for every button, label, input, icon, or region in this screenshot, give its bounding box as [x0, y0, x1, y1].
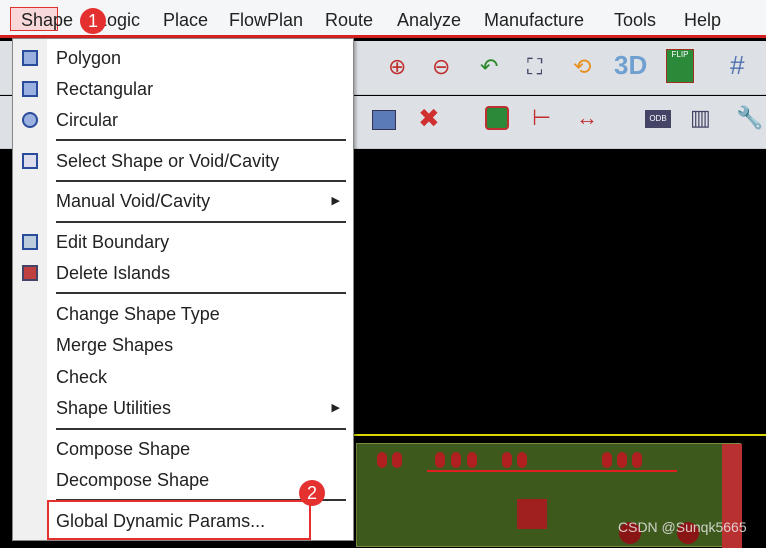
menu-manufacture[interactable]: Manufacture — [484, 10, 584, 31]
delete-shape-icon[interactable]: ✖ — [418, 105, 440, 131]
zoom-out-icon[interactable]: ⊖ — [432, 55, 450, 79]
zoom-in-icon[interactable]: ⊕ — [388, 55, 406, 79]
menu-flowplan[interactable]: FlowPlan — [229, 10, 303, 31]
rectangle-icon — [22, 81, 38, 97]
menu-item-edit-boundary[interactable]: Edit Boundary — [56, 228, 346, 256]
menu-tools[interactable]: Tools — [614, 10, 656, 31]
separator — [56, 428, 346, 430]
menu-item-change-shape-type[interactable]: Change Shape Type — [56, 300, 346, 328]
board-outline — [350, 434, 766, 436]
menu-item-select-shape[interactable]: Select Shape or Void/Cavity — [56, 147, 346, 175]
menu-route[interactable]: Route — [325, 10, 373, 31]
menu-help[interactable]: Help — [684, 10, 721, 31]
zoom-fit-icon[interactable]: ⛶ — [527, 55, 542, 79]
zoom-previous-icon[interactable]: ↶ — [480, 55, 498, 79]
menu-item-manual-void[interactable]: Manual Void/Cavity ▶ — [56, 187, 346, 215]
submenu-arrow-icon: ▶ — [331, 195, 340, 207]
separator — [56, 180, 346, 182]
menu-analyze[interactable]: Analyze — [397, 10, 461, 31]
menu-shape[interactable]: Shape — [21, 10, 73, 31]
dimension-icon[interactable]: ⊢ — [532, 106, 551, 130]
menu-item-polygon[interactable]: Polygon — [56, 44, 346, 72]
watermark: CSDN @Sunqk5665 — [618, 519, 747, 535]
step-badge-2: 2 — [299, 480, 325, 506]
menu-item-label: Manual Void/Cavity — [56, 191, 211, 211]
menu-item-shape-utilities[interactable]: Shape Utilities ▶ — [56, 394, 346, 422]
pcb-icon[interactable] — [485, 106, 509, 130]
step-badge-1: 1 — [80, 8, 106, 34]
menu-item-global-dynamic-params[interactable]: Global Dynamic Params... — [56, 507, 346, 535]
menu-bar: Shape Logic Place FlowPlan Route Analyze… — [0, 0, 766, 38]
separator — [56, 292, 346, 294]
polygon-icon — [22, 50, 38, 66]
tools-icon[interactable]: 🔧 — [736, 106, 763, 130]
delete-islands-icon — [22, 265, 38, 281]
menu-item-check[interactable]: Check — [56, 363, 346, 391]
menu-place[interactable]: Place — [163, 10, 208, 31]
padstack-icon[interactable]: ▥ — [690, 106, 711, 130]
shape-dropdown-menu: Polygon Rectangular Circular Select Shap… — [12, 38, 354, 541]
menu-item-compose-shape[interactable]: Compose Shape — [56, 435, 346, 463]
flip-icon[interactable]: FLIP — [666, 49, 694, 83]
grid-icon[interactable]: # — [730, 52, 744, 78]
circle-icon — [22, 112, 38, 128]
odb-export-icon[interactable]: ODB — [645, 110, 671, 128]
menu-item-merge-shapes[interactable]: Merge Shapes — [56, 331, 346, 359]
3d-view-icon[interactable]: 3D — [614, 52, 647, 78]
menu-item-rectangular[interactable]: Rectangular — [56, 75, 346, 103]
redraw-icon[interactable]: ⟲ — [573, 55, 591, 79]
separator — [56, 139, 346, 141]
measure-icon[interactable]: ↔ — [576, 106, 598, 130]
menu-item-circular[interactable]: Circular — [56, 106, 346, 134]
submenu-arrow-icon: ▶ — [331, 402, 340, 414]
edit-boundary-icon — [22, 234, 38, 250]
separator — [56, 221, 346, 223]
menu-item-delete-islands[interactable]: Delete Islands — [56, 259, 346, 287]
menu-item-label: Shape Utilities — [56, 398, 172, 418]
shape-icon[interactable] — [372, 110, 396, 130]
select-shape-icon — [22, 153, 38, 169]
